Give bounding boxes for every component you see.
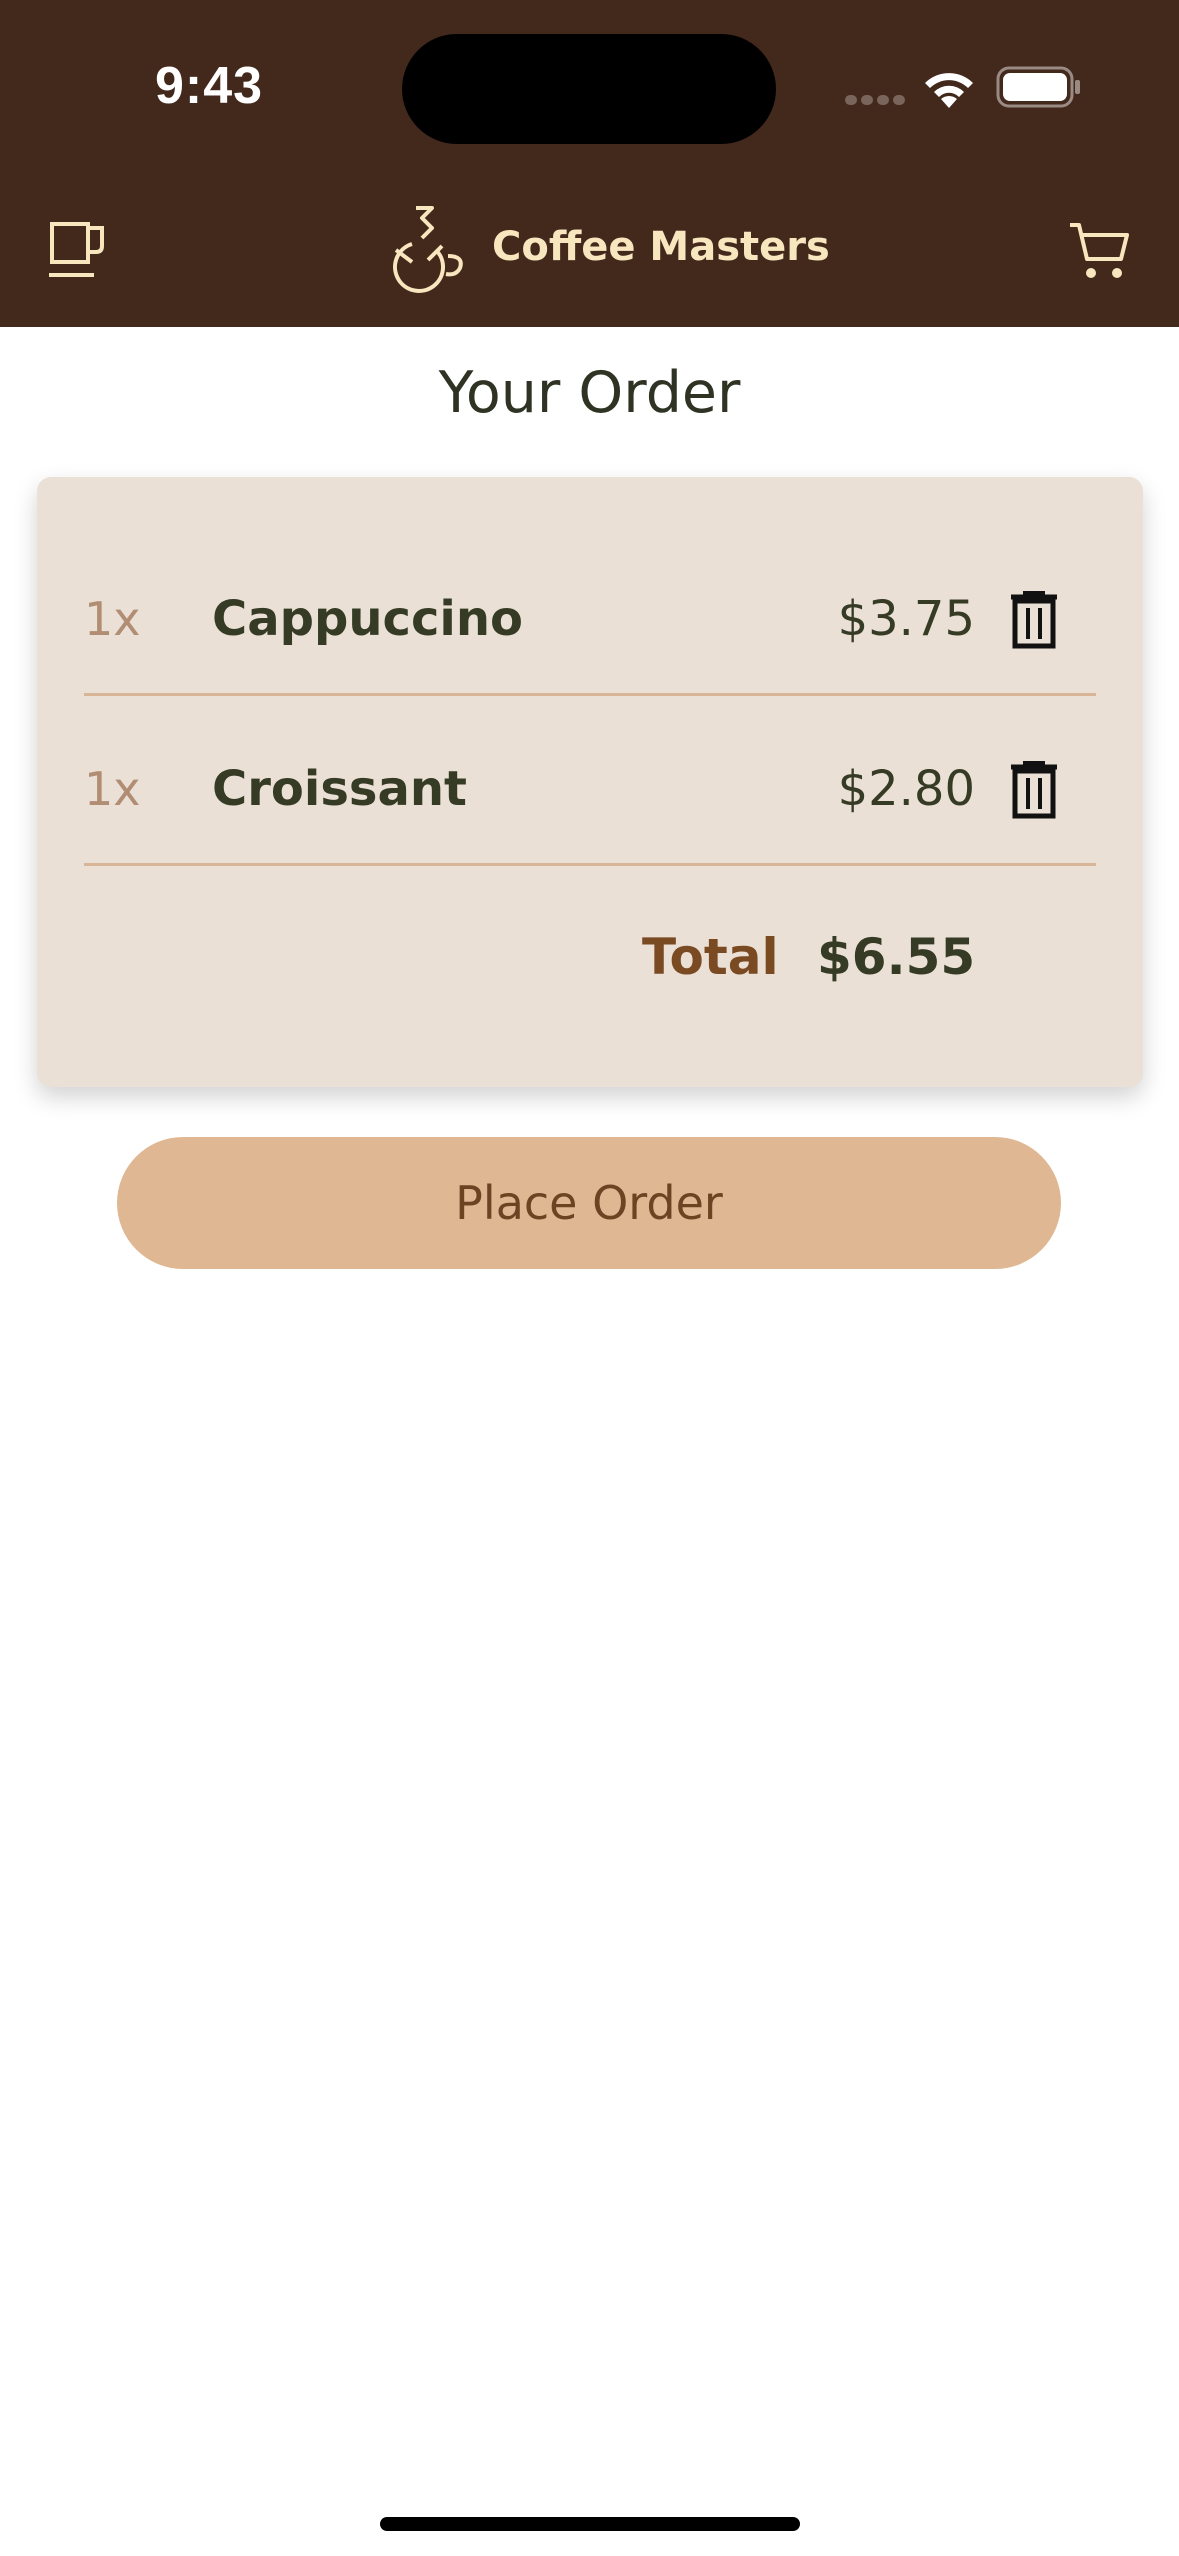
app-title: Coffee Masters	[492, 224, 830, 270]
total-value: $6.55	[817, 928, 976, 986]
dynamic-island	[402, 34, 776, 144]
page-title: Your Order	[438, 360, 741, 426]
order-item-row: 1x Croissant $2.80	[37, 704, 1143, 874]
item-name: Cappuccino	[212, 591, 524, 647]
divider	[84, 863, 1096, 866]
trash-icon[interactable]	[1008, 761, 1060, 819]
divider	[84, 693, 1096, 696]
coffee-cup-icon[interactable]	[47, 220, 109, 282]
total-label: Total	[642, 928, 779, 986]
home-indicator	[380, 2517, 800, 2531]
status-time: 9:43	[155, 57, 264, 115]
app-header: 9:43 Coffee Masters	[0, 0, 1179, 327]
coffee-pot-logo	[393, 206, 463, 293]
item-name: Croissant	[212, 761, 467, 817]
item-quantity: 1x	[84, 592, 141, 646]
trash-icon[interactable]	[1008, 591, 1060, 649]
battery-icon	[996, 66, 1080, 108]
item-quantity: 1x	[84, 762, 141, 816]
item-price: $3.75	[837, 591, 975, 647]
wifi-icon	[925, 73, 973, 108]
item-price: $2.80	[837, 761, 975, 817]
cart-icon[interactable]	[1067, 219, 1133, 283]
order-card: 1x Cappuccino $3.75 1x Croissant $2.80 T…	[37, 477, 1143, 1087]
place-order-button[interactable]: Place Order	[117, 1137, 1061, 1269]
order-item-row: 1x Cappuccino $3.75	[37, 534, 1143, 704]
